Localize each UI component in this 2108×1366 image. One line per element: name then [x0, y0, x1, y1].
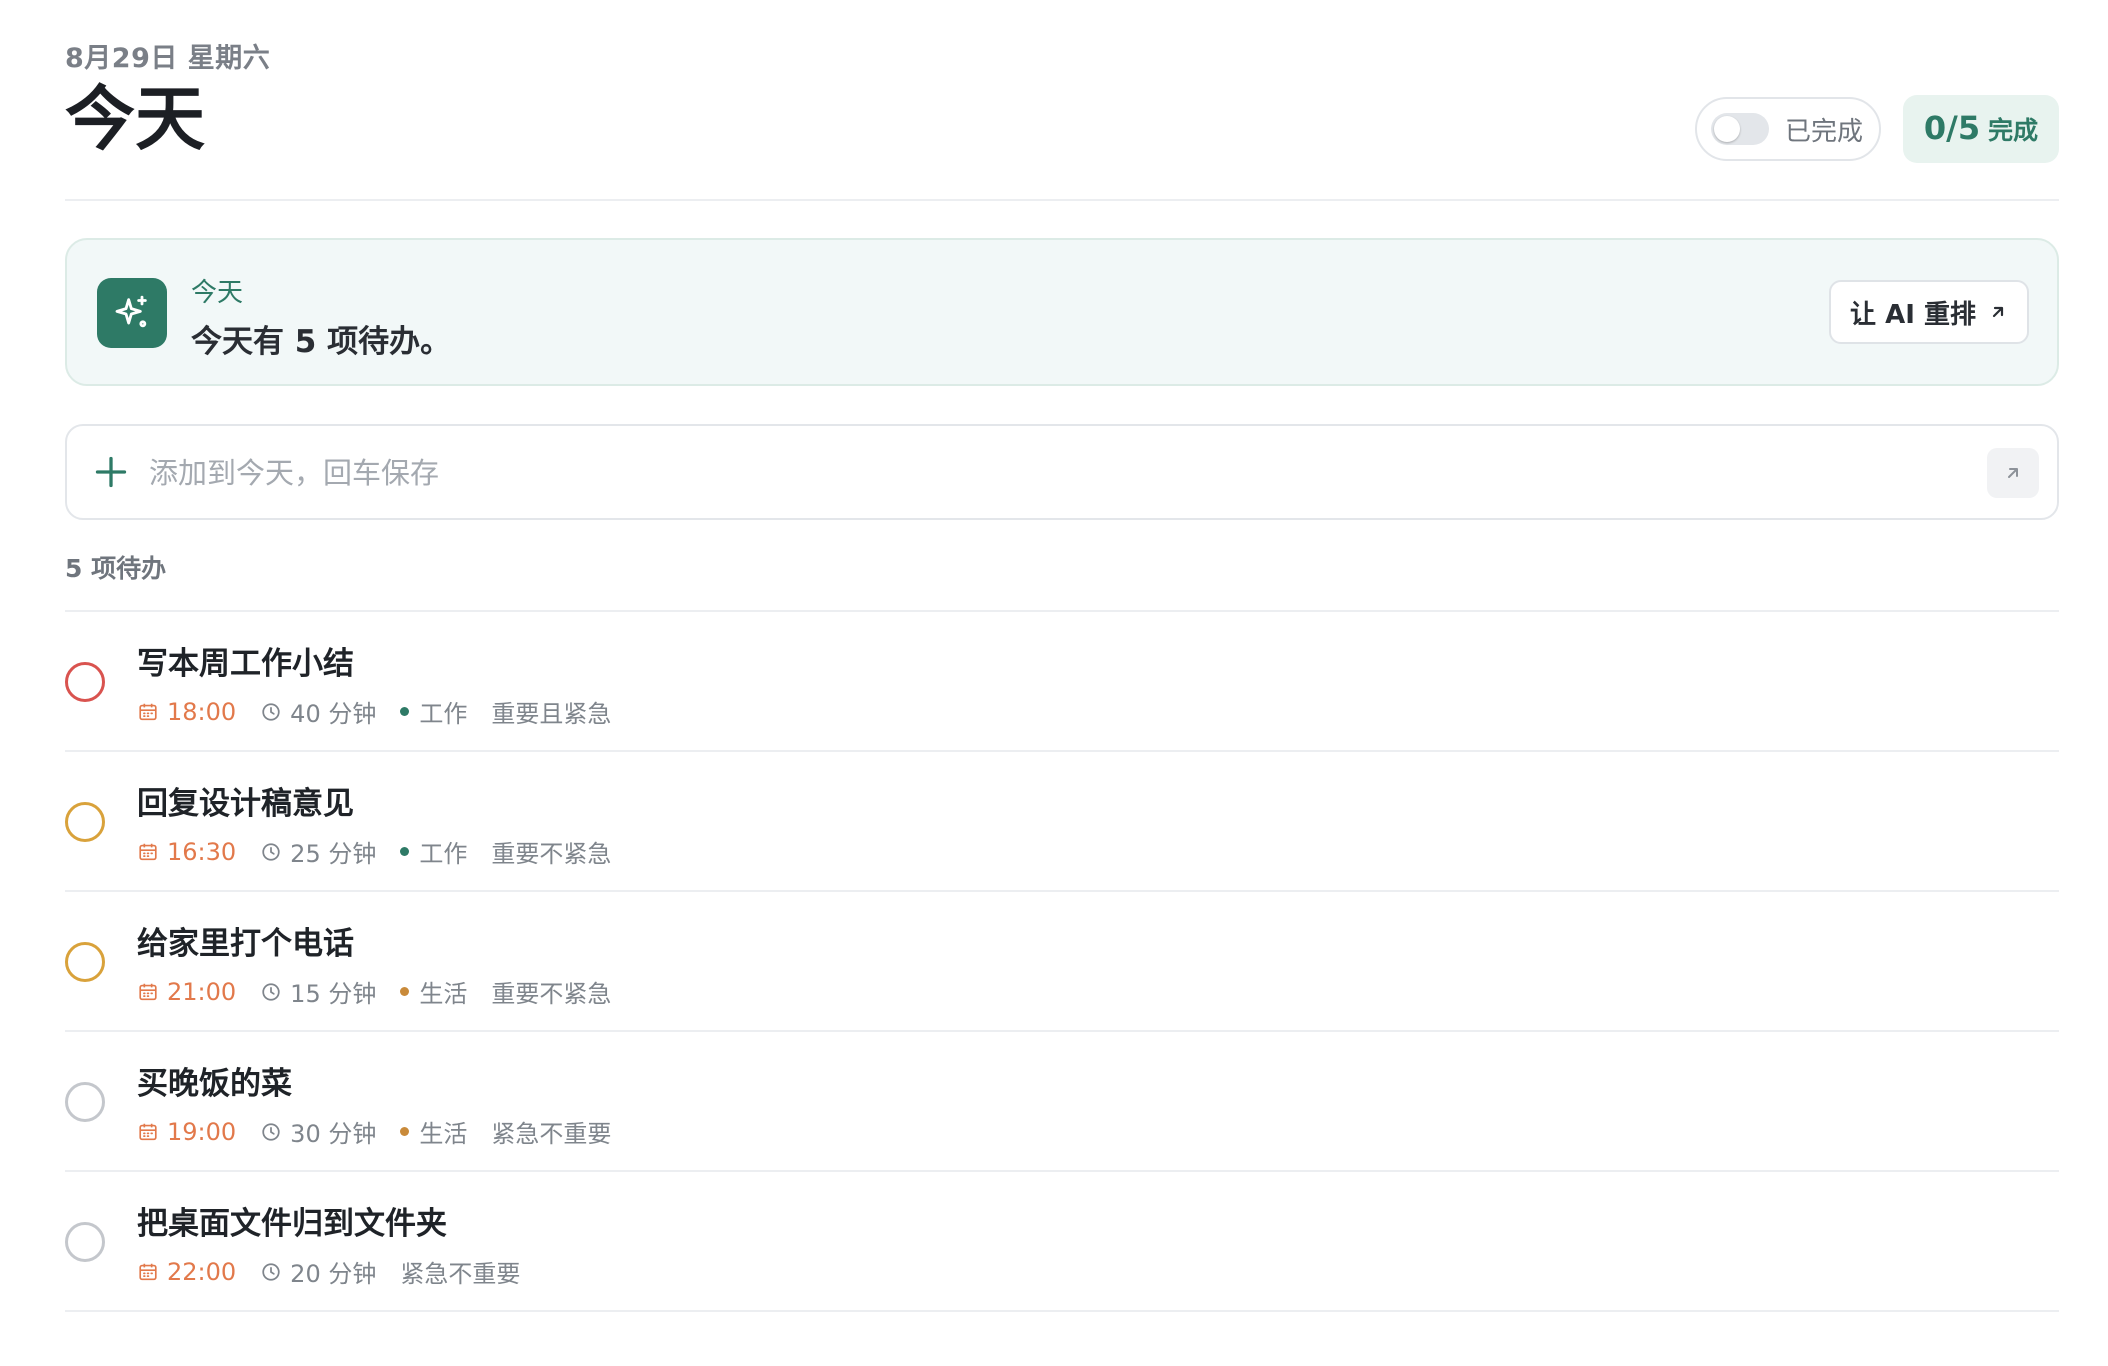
progress-count: 0/5 [1923, 109, 1981, 147]
sparkle-icon [97, 278, 167, 348]
ai-reorder-button[interactable]: 让 AI 重排 [1829, 280, 2029, 344]
task-tag: 生活 [400, 1114, 467, 1149]
task-duration: 15 分钟 [260, 974, 376, 1009]
task-tag: 生活 [400, 974, 467, 1009]
show-completed-toggle[interactable]: 已完成 [1695, 97, 1881, 161]
page-title: 今天 [65, 78, 205, 160]
progress-suffix: 完成 [1988, 116, 2039, 145]
pending-count: 5 项待办 [65, 554, 167, 583]
task-tag-text: 生活 [419, 1120, 468, 1148]
task-duration: 40 分钟 [260, 694, 376, 729]
task-meta: 16:30 25 分钟 工作 重要不紧急 [137, 834, 611, 869]
ai-summary-banner: 今天 今天有 5 项待办。 让 AI 重排 [65, 238, 2059, 386]
add-task-row [65, 424, 2059, 520]
header-divider [65, 199, 2059, 201]
task-checkbox[interactable] [65, 942, 105, 982]
tag-dot [400, 987, 410, 996]
task-meta: 21:00 15 分钟 生活 重要不紧急 [137, 974, 611, 1009]
task-duration-text: 15 分钟 [290, 980, 377, 1008]
ai-banner-label: 今天 [191, 278, 244, 308]
task-title: 写本周工作小结 [137, 646, 354, 682]
task-priority: 紧急不重要 [400, 1260, 521, 1288]
arrow-up-right-icon [2008, 468, 2018, 478]
add-task-input[interactable] [149, 444, 1949, 502]
task-row[interactable]: 给家里打个电话 21:00 15 分钟 生活 重要不紧急 [65, 892, 2059, 1030]
today-page: 8月29日 星期六 今天 已完成 0/5 完成 今天 今天有 5 项待办。 让 … [0, 0, 2108, 1366]
task-priority: 重要不紧急 [491, 840, 612, 868]
clock-icon [262, 982, 280, 1001]
task-duration-text: 20 分钟 [290, 1260, 377, 1288]
task-meta: 22:00 20 分钟 紧急不重要 [137, 1254, 520, 1289]
list-divider [65, 1310, 2059, 1312]
task-meta: 19:00 30 分钟 生活 紧急不重要 [137, 1114, 611, 1149]
calendar-icon [139, 843, 157, 860]
task-time-text: 18:00 [167, 697, 237, 726]
task-checkbox[interactable] [65, 662, 105, 702]
task-title: 回复设计稿意见 [137, 786, 354, 822]
tag-dot [400, 707, 410, 716]
task-priority: 重要且紧急 [491, 700, 612, 728]
task-due-time: 19:00 [137, 1118, 236, 1146]
toggle-knob [1714, 116, 1740, 142]
ai-reorder-label: 让 AI 重排 [1850, 299, 1976, 330]
plus-icon [95, 456, 127, 488]
task-duration: 30 分钟 [260, 1114, 376, 1149]
task-duration: 25 分钟 [260, 834, 376, 869]
task-title: 把桌面文件归到文件夹 [137, 1206, 447, 1242]
task-row[interactable]: 写本周工作小结 18:00 40 分钟 工作 重要且紧急 [65, 612, 2059, 750]
task-checkbox[interactable] [65, 1082, 105, 1122]
tag-dot [400, 847, 410, 856]
task-tag: 工作 [400, 694, 467, 729]
task-time-text: 22:00 [167, 1257, 237, 1286]
task-due-time: 22:00 [137, 1258, 236, 1286]
calendar-icon [139, 983, 157, 1000]
task-time-text: 19:00 [167, 1117, 237, 1146]
task-priority: 紧急不重要 [491, 1120, 612, 1148]
task-duration: 20 分钟 [260, 1254, 376, 1289]
task-checkbox[interactable] [65, 1222, 105, 1262]
clock-icon [262, 1262, 280, 1281]
task-due-time: 16:30 [137, 838, 236, 866]
toggle-switch[interactable] [1711, 113, 1769, 145]
clock-icon [262, 1122, 280, 1141]
clock-icon [262, 842, 280, 861]
calendar-icon [139, 1263, 157, 1280]
date-line: 8月29日 星期六 [65, 43, 271, 74]
task-due-time: 18:00 [137, 698, 236, 726]
task-time-text: 21:00 [167, 977, 237, 1006]
task-tag-text: 工作 [419, 840, 468, 868]
task-due-time: 21:00 [137, 978, 236, 1006]
task-row[interactable]: 把桌面文件归到文件夹 22:00 20 分钟 紧急不重要 [65, 1172, 2059, 1310]
task-duration-text: 30 分钟 [290, 1120, 377, 1148]
task-tag-text: 生活 [419, 980, 468, 1008]
toggle-label: 已完成 [1785, 116, 1864, 147]
add-task-submit-button[interactable] [1987, 448, 2039, 498]
progress-badge: 0/5 完成 [1903, 95, 2059, 163]
task-list: 写本周工作小结 18:00 40 分钟 工作 重要且紧急 回复设计稿意见 16:… [65, 610, 2059, 1312]
task-meta: 18:00 40 分钟 工作 重要且紧急 [137, 694, 611, 729]
task-row[interactable]: 回复设计稿意见 16:30 25 分钟 工作 重要不紧急 [65, 752, 2059, 890]
clock-icon [262, 702, 280, 721]
task-duration-text: 25 分钟 [290, 840, 377, 868]
calendar-icon [139, 703, 157, 720]
task-priority: 重要不紧急 [491, 980, 612, 1008]
task-title: 给家里打个电话 [137, 926, 354, 962]
task-time-text: 16:30 [167, 837, 237, 866]
task-tag-text: 工作 [419, 700, 468, 728]
task-row[interactable]: 买晚饭的菜 19:00 30 分钟 生活 紧急不重要 [65, 1032, 2059, 1170]
ai-banner-message: 今天有 5 项待办。 [191, 324, 452, 360]
calendar-icon [139, 1123, 157, 1140]
task-duration-text: 40 分钟 [290, 700, 377, 728]
task-tag: 工作 [400, 834, 467, 869]
task-title: 买晚饭的菜 [137, 1066, 292, 1102]
task-checkbox[interactable] [65, 802, 105, 842]
arrow-up-right-icon [1992, 306, 2004, 318]
tag-dot [400, 1127, 410, 1136]
